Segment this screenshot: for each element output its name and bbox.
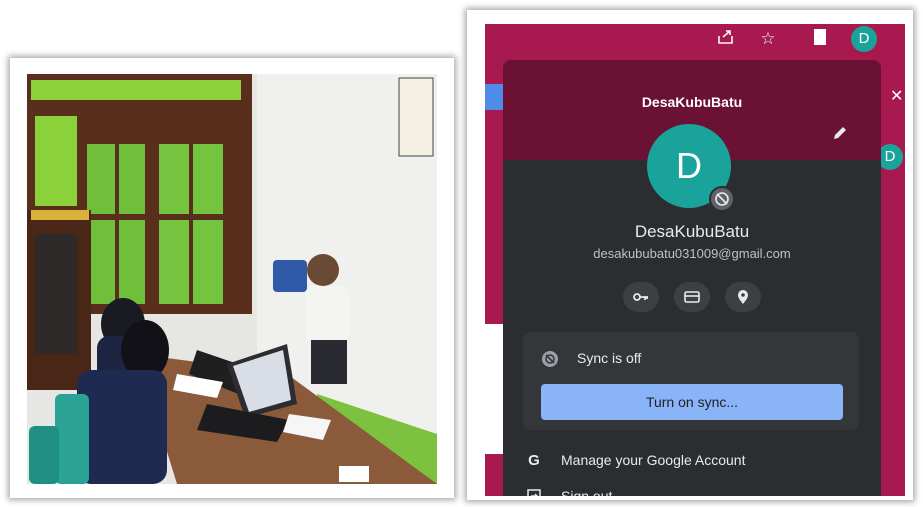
sign-out-icon xyxy=(525,488,543,496)
account-email: desakububatu031009@gmail.com xyxy=(593,246,791,261)
sync-off-icon xyxy=(541,350,559,368)
sync-off-badge-icon xyxy=(709,186,735,212)
screenshot-frame: ☆ D ✕ D DesaKubuBatu D DesaKubuBatu desa… xyxy=(467,10,913,500)
sign-out-item[interactable]: Sign out xyxy=(503,482,881,496)
manage-account-label: Manage your Google Account xyxy=(561,452,746,468)
profile-menu: DesaKubuBatu D DesaKubuBatu desakububatu… xyxy=(503,60,881,496)
addresses-button[interactable] xyxy=(725,282,761,312)
sign-out-label: Sign out xyxy=(561,488,613,496)
share-icon[interactable] xyxy=(715,28,737,50)
header-account-name: DesaKubuBatu xyxy=(641,94,743,110)
toolbar-avatar[interactable]: D xyxy=(851,26,877,52)
browser-toolbar: ☆ D xyxy=(485,24,905,54)
payment-methods-button[interactable] xyxy=(674,282,710,312)
background-tab-strip xyxy=(485,84,503,110)
key-icon xyxy=(633,293,648,301)
star-icon[interactable]: ☆ xyxy=(757,28,779,50)
office-photo xyxy=(27,74,437,484)
sync-section: Sync is off Turn on sync... xyxy=(523,332,859,430)
location-icon xyxy=(738,290,748,304)
close-icon[interactable]: ✕ xyxy=(890,86,903,106)
manage-google-account-item[interactable]: G Manage your Google Account xyxy=(503,446,881,476)
browser-screenshot: ☆ D ✕ D DesaKubuBatu D DesaKubuBatu desa… xyxy=(485,24,905,496)
edit-icon[interactable] xyxy=(831,124,849,142)
card-icon xyxy=(684,291,700,303)
photo-frame xyxy=(10,58,454,498)
account-name: DesaKubuBatu xyxy=(634,222,750,241)
passwords-button[interactable] xyxy=(623,282,659,312)
sidepanel-icon[interactable] xyxy=(809,28,831,50)
google-g-icon: G xyxy=(528,452,540,469)
sync-status: Sync is off xyxy=(577,350,642,366)
turn-on-sync-button[interactable]: Turn on sync... xyxy=(541,384,843,420)
